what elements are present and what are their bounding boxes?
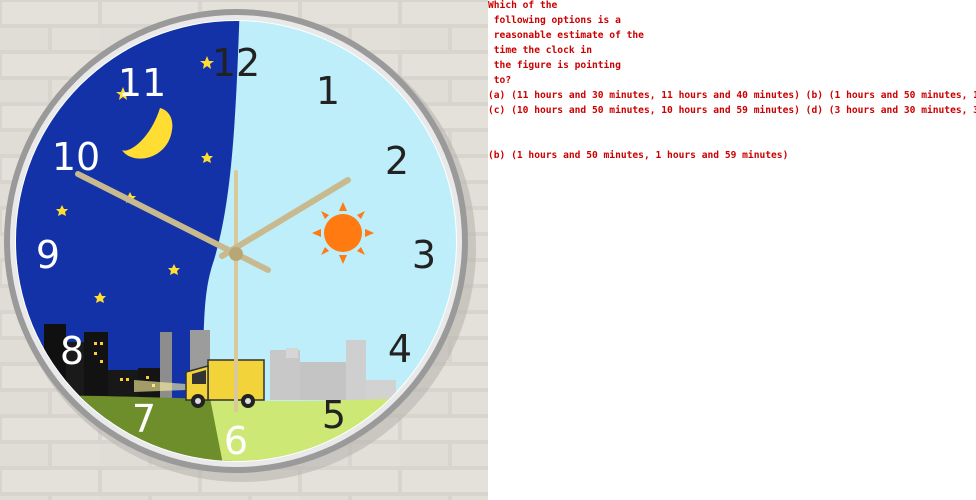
question-line-6: to? bbox=[488, 75, 512, 86]
question-line-2: following options is a bbox=[488, 15, 621, 26]
numeral-4: 4 bbox=[388, 327, 412, 371]
question-line-4: time the clock in bbox=[488, 45, 592, 56]
numeral-6: 6 bbox=[224, 419, 248, 463]
numeral-3: 3 bbox=[412, 233, 436, 277]
question-line-5: the figure is pointing bbox=[488, 60, 621, 71]
options-line-1: (a) (11 hours and 30 minutes, 11 hours a… bbox=[488, 90, 976, 101]
clock-center-pin bbox=[229, 247, 243, 261]
numeral-9: 9 bbox=[36, 233, 60, 277]
question-line-1: Which of the bbox=[488, 0, 558, 11]
numeral-8: 8 bbox=[60, 329, 84, 373]
options-line-2: (c) (10 hours and 50 minutes, 10 hours a… bbox=[488, 105, 976, 116]
numeral-5: 5 bbox=[322, 393, 346, 437]
clock-photo: 12 1 2 3 4 5 6 7 8 9 10 11 bbox=[0, 0, 488, 500]
numeral-7: 7 bbox=[132, 397, 156, 441]
answer-line: (b) (1 hours and 50 minutes, 1 hours and… bbox=[488, 150, 789, 161]
question-line-3: reasonable estimate of the bbox=[488, 30, 644, 41]
numeral-2: 2 bbox=[385, 139, 409, 183]
question-panel: Which of the following options is a reas… bbox=[488, 0, 976, 500]
numeral-1: 1 bbox=[316, 69, 340, 113]
numeral-12: 12 bbox=[212, 41, 260, 85]
numeral-11: 11 bbox=[118, 61, 166, 105]
